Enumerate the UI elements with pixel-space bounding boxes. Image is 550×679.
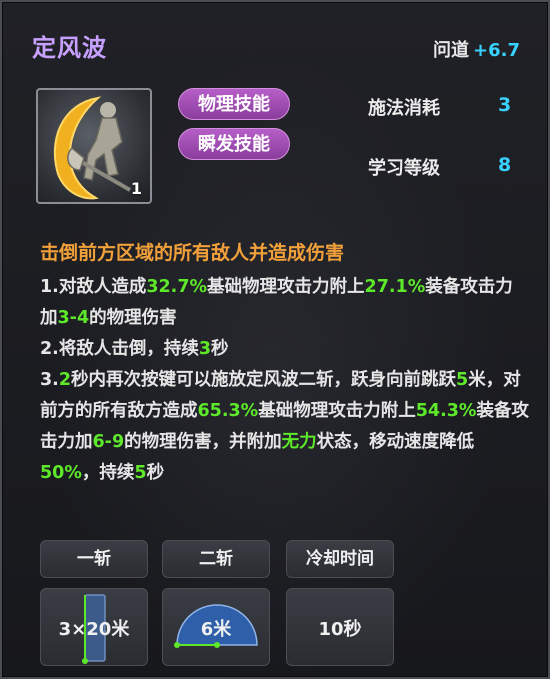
highlight-value: 65.3% (197, 401, 259, 421)
second-slash-range: 6米 (162, 588, 270, 666)
cooldown-header: 冷却时间 (286, 540, 394, 578)
highlight-value: 6-9 (92, 432, 125, 452)
skill-icon[interactable]: 1 (36, 88, 152, 204)
description-text: 秒 (211, 339, 229, 359)
tag-physical-skill: 物理技能 (178, 88, 290, 120)
description-text: 的物理伤害 (89, 308, 177, 328)
description-line-3: 3.2秒内再次按键可以施放定风波二斩，跃身向前跳跃5米，对前方的所有敌方造成65… (40, 365, 530, 489)
description-text: 基础物理攻击力附上 (207, 277, 365, 297)
first-slash-range-value: 3×20米 (58, 619, 130, 640)
description-line-2: 2.将敌人击倒，持续3秒 (40, 334, 530, 365)
first-slash-header: 一斩 (40, 540, 148, 578)
skill-name: 定风波 (32, 34, 107, 62)
highlight-value: 27.1% (364, 277, 426, 297)
description-text: 1.对敌人造成 (40, 277, 147, 297)
highlight-value: 2 (58, 370, 72, 390)
highlight-value: 3-4 (57, 308, 90, 328)
description-line-1: 1.对敌人造成32.7%基础物理攻击力附上27.1%装备攻击力加3-4的物理伤害 (40, 272, 530, 334)
icon-count: 1 (130, 179, 142, 198)
description-body: 1.对敌人造成32.7%基础物理攻击力附上27.1%装备攻击力加3-4的物理伤害… (40, 272, 530, 489)
highlight-value: 3 (198, 339, 212, 359)
highlight-value: 5 (134, 463, 147, 483)
highlight-value: 无力 (281, 432, 317, 452)
second-slash-range-value: 6米 (200, 619, 232, 640)
cooldown-value: 10秒 (318, 619, 362, 640)
learn-level-value: 8 (498, 154, 512, 176)
highlight-value: 50% (40, 463, 82, 483)
cooldown-box: 10秒 (286, 588, 394, 666)
second-slash-header: 二斩 (162, 540, 270, 578)
description-headline: 击倒前方区域的所有敌人并造成伤害 (40, 242, 345, 264)
wendao-stat: 问道 +6.7 (433, 36, 520, 62)
learn-level-label: 学习等级 (368, 158, 440, 179)
highlight-value: 32.7% (146, 277, 208, 297)
wendao-value: +6.7 (473, 40, 520, 61)
wendao-label: 问道 (433, 40, 470, 61)
description-text: ，持续 (81, 463, 135, 483)
description-text: 秒 (146, 463, 165, 483)
cast-cost-value: 3 (498, 94, 512, 116)
cast-cost-label: 施法消耗 (368, 98, 440, 119)
description-text: 2.将敌人击倒，持续 (40, 339, 199, 359)
description-text: 的物理伤害，并附加 (124, 432, 282, 452)
description-text: 基础物理攻击力附上 (258, 401, 416, 421)
highlight-value: 54.3% (415, 401, 477, 421)
tag-instant-skill: 瞬发技能 (178, 128, 290, 160)
highlight-value: 5 (456, 370, 469, 390)
description-text: 秒内再次按键可以施放定风波二斩，跃身向前跳跃 (71, 370, 457, 390)
description-text: 3. (40, 370, 59, 390)
skill-tooltip: 定风波 问道 +6.7 1 物理技能 瞬发技能 施法消耗 3 学习等级 8 击倒前… (0, 0, 550, 679)
description-text: 状态，移动速度降低 (316, 432, 475, 452)
first-slash-range: 3×20米 (40, 588, 148, 666)
